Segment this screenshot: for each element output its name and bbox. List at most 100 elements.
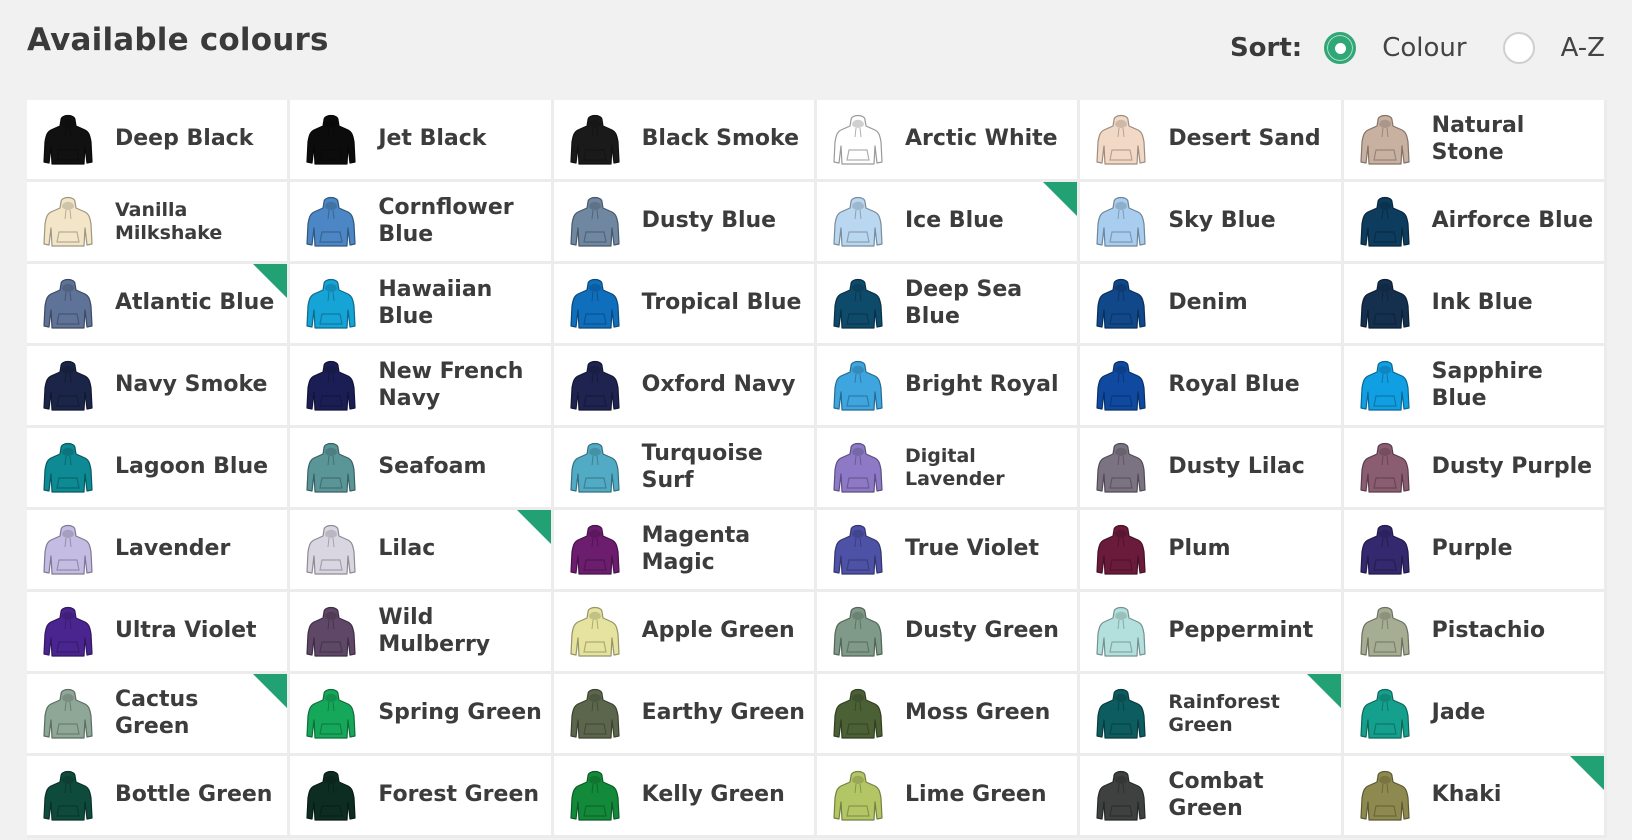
colour-swatch[interactable]: Natural Stone bbox=[1343, 100, 1607, 182]
colour-swatch[interactable]: Vanilla Milkshake bbox=[27, 182, 291, 264]
colour-swatch[interactable]: Ice Blue bbox=[817, 182, 1081, 264]
hoodie-icon bbox=[306, 604, 356, 660]
colour-name: Cornflower Blue bbox=[378, 195, 514, 247]
colour-swatch[interactable]: Bottle Green bbox=[27, 756, 291, 838]
new-corner-badge bbox=[516, 510, 551, 544]
colour-swatch[interactable]: Desert Sand bbox=[1080, 100, 1344, 182]
colour-name: Kelly Green bbox=[641, 782, 785, 808]
colour-swatch[interactable]: Denim bbox=[1080, 264, 1344, 346]
colour-swatch[interactable]: Lavender bbox=[27, 510, 291, 592]
colour-swatch[interactable]: Dusty Purple bbox=[1343, 428, 1607, 510]
colour-swatch[interactable]: Sapphire Blue bbox=[1343, 346, 1607, 428]
hoodie-icon bbox=[1096, 276, 1146, 332]
colour-swatch[interactable]: Cactus Green bbox=[27, 674, 291, 756]
colour-swatch[interactable]: Tropical Blue bbox=[553, 264, 817, 346]
colour-swatch[interactable]: Seafoam bbox=[290, 428, 554, 510]
hoodie-icon bbox=[1360, 112, 1410, 168]
hoodie-icon bbox=[570, 522, 620, 578]
colour-swatch[interactable]: Navy Smoke bbox=[27, 346, 291, 428]
hoodie-icon bbox=[43, 276, 93, 332]
hoodie-icon bbox=[833, 358, 883, 414]
colour-name: Airforce Blue bbox=[1431, 208, 1594, 234]
colour-swatch[interactable]: New French Navy bbox=[290, 346, 554, 428]
colour-swatch[interactable]: Ultra Violet bbox=[27, 592, 291, 674]
hoodie-icon bbox=[833, 194, 883, 250]
hoodie-icon bbox=[43, 358, 93, 414]
hoodie-icon bbox=[43, 522, 93, 578]
colour-swatch[interactable]: Dusty Green bbox=[817, 592, 1081, 674]
colour-swatch[interactable]: Hawaiian Blue bbox=[290, 264, 554, 346]
colour-swatch[interactable]: Lilac bbox=[290, 510, 554, 592]
colour-swatch[interactable]: Combat Green bbox=[1080, 756, 1344, 838]
colour-swatch[interactable]: True Violet bbox=[817, 510, 1081, 592]
colour-swatch[interactable]: Earthy Green bbox=[553, 674, 817, 756]
hoodie-icon bbox=[1096, 112, 1146, 168]
hoodie-icon bbox=[43, 112, 93, 168]
colour-name: Peppermint bbox=[1168, 618, 1314, 644]
hoodie-icon bbox=[833, 604, 883, 660]
radio-az[interactable] bbox=[1502, 32, 1535, 64]
hoodie-icon bbox=[306, 358, 356, 414]
colour-swatch[interactable]: Deep Sea Blue bbox=[817, 264, 1081, 346]
new-corner-badge bbox=[253, 264, 288, 298]
sort-option-label[interactable]: A-Z bbox=[1561, 33, 1605, 63]
hoodie-icon bbox=[833, 440, 883, 496]
colour-swatch[interactable]: Lagoon Blue bbox=[27, 428, 291, 510]
colour-swatch[interactable]: Dusty Lilac bbox=[1080, 428, 1344, 510]
colour-swatch[interactable]: Arctic White bbox=[817, 100, 1081, 182]
new-corner-badge bbox=[1570, 756, 1604, 790]
hoodie-icon bbox=[1360, 194, 1410, 250]
colour-swatch[interactable]: Dusty Blue bbox=[553, 182, 817, 264]
colour-swatch[interactable]: Pistachio bbox=[1343, 592, 1607, 674]
colour-swatch[interactable]: Cornflower Blue bbox=[290, 182, 554, 264]
hoodie-icon bbox=[570, 604, 620, 660]
hoodie-icon bbox=[570, 768, 620, 824]
colour-swatch[interactable]: Purple bbox=[1343, 510, 1607, 592]
hoodie-icon bbox=[570, 358, 620, 414]
colour-swatch[interactable]: Ink Blue bbox=[1343, 264, 1607, 346]
colour-swatch[interactable]: Black Smoke bbox=[553, 100, 817, 182]
colour-swatch[interactable]: Spring Green bbox=[290, 674, 554, 756]
colour-swatch[interactable]: Turquoise Surf bbox=[553, 428, 817, 510]
colour-swatch[interactable]: Moss Green bbox=[817, 674, 1081, 756]
colour-swatch[interactable]: Airforce Blue bbox=[1343, 182, 1607, 264]
colour-swatch[interactable]: Oxford Navy bbox=[553, 346, 817, 428]
colour-swatch[interactable]: Royal Blue bbox=[1080, 346, 1344, 428]
colour-swatch[interactable]: Apple Green bbox=[553, 592, 817, 674]
sort-option-label[interactable]: Colour bbox=[1382, 33, 1466, 63]
hoodie-icon bbox=[1096, 768, 1146, 824]
colour-swatch[interactable]: Atlantic Blue bbox=[27, 264, 291, 346]
colour-swatch[interactable]: Deep Black bbox=[27, 100, 291, 182]
colour-swatch[interactable]: Magenta Magic bbox=[553, 510, 817, 592]
colour-name: Earthy Green bbox=[641, 700, 805, 726]
colour-swatch[interactable]: Sky Blue bbox=[1080, 182, 1344, 264]
colour-swatch[interactable]: Digital Lavender bbox=[817, 428, 1081, 510]
radio-colour[interactable] bbox=[1324, 32, 1357, 64]
colour-name: Ultra Violet bbox=[115, 618, 257, 644]
colour-swatch[interactable]: Jet Black bbox=[290, 100, 554, 182]
hoodie-icon bbox=[1096, 522, 1146, 578]
colour-swatch[interactable]: Rainforest Green bbox=[1080, 674, 1344, 756]
colour-swatch[interactable]: Khaki bbox=[1343, 756, 1607, 838]
colour-name: Jet Black bbox=[378, 126, 487, 152]
colour-swatch[interactable]: Plum bbox=[1080, 510, 1344, 592]
sort-option-az[interactable]: A-Z bbox=[1502, 32, 1605, 64]
colour-name: Spring Green bbox=[378, 700, 542, 726]
colour-swatch[interactable]: Lime Green bbox=[817, 756, 1081, 838]
sort-option-colour[interactable]: Colour bbox=[1324, 32, 1502, 64]
hoodie-icon bbox=[43, 604, 93, 660]
hoodie-icon bbox=[306, 194, 356, 250]
colour-swatch[interactable]: Forest Green bbox=[290, 756, 554, 838]
colour-name: Dusty Purple bbox=[1431, 454, 1593, 480]
colour-name: Lavender bbox=[115, 536, 231, 562]
colour-swatch[interactable]: Peppermint bbox=[1080, 592, 1344, 674]
colour-name: Natural Stone bbox=[1431, 113, 1525, 165]
colour-swatch[interactable]: Bright Royal bbox=[817, 346, 1081, 428]
colour-swatch[interactable]: Wild Mulberry bbox=[290, 592, 554, 674]
colour-name: Combat Green bbox=[1168, 769, 1264, 821]
colour-swatch[interactable]: Jade bbox=[1343, 674, 1607, 756]
colour-name: Moss Green bbox=[905, 700, 1051, 726]
sort-label: Sort: bbox=[1229, 33, 1303, 63]
colour-swatch[interactable]: Kelly Green bbox=[553, 756, 817, 838]
colour-name: True Violet bbox=[905, 536, 1039, 562]
